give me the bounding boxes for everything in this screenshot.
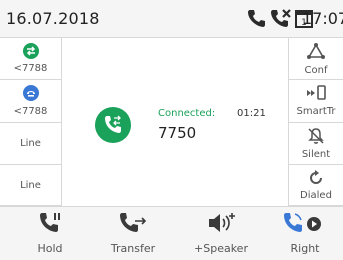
dialed-key[interactable]: Dialed <box>288 165 343 206</box>
status-bar: 16.07.2018 1 17:07 <box>0 0 343 38</box>
held-call-icon <box>22 85 39 101</box>
hold-button-label: Hold <box>37 242 63 255</box>
conference-key[interactable]: Conf <box>288 38 343 80</box>
smart-transfer-icon <box>307 85 326 100</box>
speaker-button[interactable]: +Speaker <box>186 207 256 260</box>
line-key-3[interactable]: Line <box>0 123 62 165</box>
conference-icon <box>307 43 325 59</box>
hold-button[interactable]: Hold <box>20 207 80 260</box>
line-key-4-label: Line <box>20 180 41 191</box>
right-button-label: Right <box>290 242 320 255</box>
dialed-key-label: Dialed <box>300 190 332 201</box>
call-duration: 01:21 <box>237 108 266 119</box>
transfer-button[interactable]: Transfer <box>100 207 166 260</box>
line-key-2-label: <7788 <box>13 106 48 117</box>
speaker-button-label: +Speaker <box>194 242 248 255</box>
speaker-icon <box>209 213 235 232</box>
bell-mute-icon <box>308 128 324 144</box>
line-key-3-label: Line <box>20 138 41 149</box>
smart-transfer-key-label: SmartTr <box>296 106 336 117</box>
redial-icon <box>310 170 322 184</box>
line-key-4[interactable]: Line <box>0 165 62 206</box>
transfer-button-label: Transfer <box>110 242 156 255</box>
hold-icon <box>40 213 60 232</box>
active-call-icon <box>22 43 39 59</box>
call-number: 7750 <box>158 124 197 142</box>
call-status: Connected: <box>158 108 216 119</box>
line-key-1[interactable]: <7788 <box>0 38 62 80</box>
status-date: 16.07.2018 <box>6 9 100 28</box>
silent-key-label: Silent <box>301 149 331 160</box>
silent-key[interactable]: Silent <box>288 123 343 165</box>
call-avatar <box>95 107 131 143</box>
status-time: 17:07 <box>302 9 343 28</box>
line-key-2[interactable]: <7788 <box>0 80 62 123</box>
phone-icon <box>248 10 265 27</box>
active-call-icon <box>105 115 121 133</box>
softkey-bar: Hold Transfer +Speaker Right <box>0 206 343 260</box>
missed-call-icon <box>271 9 291 27</box>
smart-transfer-key[interactable]: SmartTr <box>288 80 343 123</box>
transfer-icon <box>120 213 147 232</box>
right-nav-icon <box>284 213 321 232</box>
line-key-1-label: <7788 <box>13 63 48 74</box>
call-panel: Connected: 01:21 7750 <box>62 38 288 206</box>
conference-key-label: Conf <box>304 65 328 76</box>
right-button[interactable]: Right <box>270 207 340 260</box>
